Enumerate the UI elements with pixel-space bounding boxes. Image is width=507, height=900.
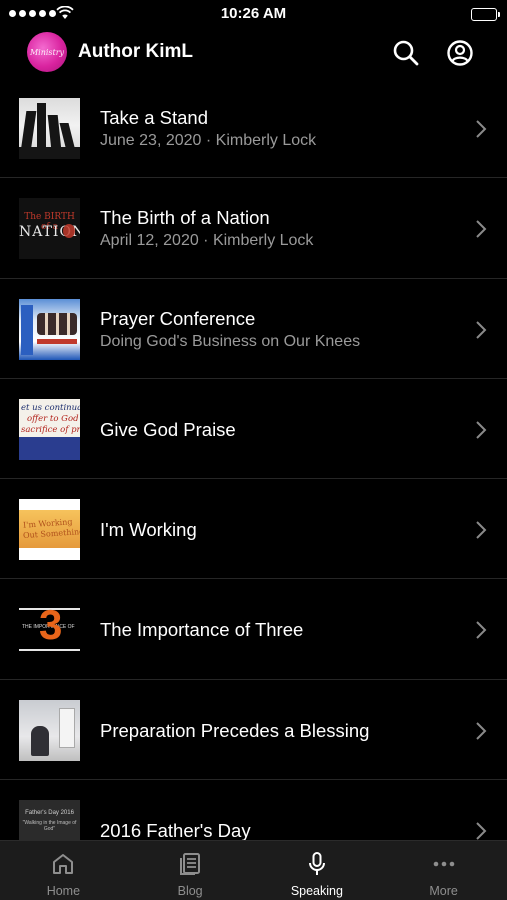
item-title: Take a Stand (100, 107, 208, 128)
item-title: I'm Working (100, 519, 197, 541)
chevron-right-icon (476, 120, 487, 138)
thumbnail-image: et us continual offer to God a sacrifice… (19, 398, 80, 460)
tab-label: Blog (177, 884, 203, 898)
more-icon (431, 851, 457, 877)
tab-speaking[interactable]: Speaking (254, 841, 381, 900)
tab-home[interactable]: Home (0, 841, 127, 900)
status-time: 10:26 AM (220, 5, 287, 22)
chevron-right-icon (476, 421, 487, 439)
tab-blog[interactable]: Blog (127, 841, 254, 900)
chevron-right-icon (476, 621, 487, 640)
item-title: The Birth of a Nation (100, 207, 270, 229)
chevron-right-icon (476, 822, 487, 840)
list-item[interactable]: et us continual offer to God a sacrifice… (0, 379, 507, 480)
item-subtitle: June 23, 2020 · Kimberly Lock (100, 132, 317, 149)
item-title: Give God Praise (100, 418, 236, 440)
item-title: 2016 Father's Day (100, 820, 251, 840)
list-item[interactable]: The BIRTH of a NATION The Birth of a Nat… (0, 178, 507, 279)
list-item[interactable]: Take a Stand June 23, 2020 · Kimberly Lo… (0, 78, 507, 179)
microphone-icon (304, 851, 330, 877)
item-title: The Importance of Three (100, 619, 304, 641)
list-item[interactable]: Prayer Conference Doing God's Business o… (0, 279, 507, 379)
list-item[interactable]: I'm Working Out Something I'm Working (0, 479, 507, 580)
item-subtitle: Doing God's Business on Our Knees (100, 332, 361, 350)
status-bar: 10:26 AM (0, 0, 507, 28)
search-button[interactable] (391, 38, 421, 68)
item-title: Preparation Precedes a Blessing (100, 719, 370, 741)
tab-label: Home (46, 884, 81, 898)
battery-icon (471, 8, 500, 21)
chevron-right-icon (476, 722, 487, 740)
chevron-right-icon (476, 220, 487, 239)
thumbnail-image: Father's Day 2016 "Walking in the Image … (19, 800, 80, 840)
thumbnail-image (19, 98, 80, 159)
list-item[interactable]: THE IMPORTANCE OF 3 The Importance of Th… (0, 579, 507, 680)
item-title: Prayer Conference (100, 307, 256, 329)
blog-icon (177, 851, 203, 877)
logo-text: Ministry (29, 47, 65, 57)
thumbnail-image (19, 699, 80, 761)
home-icon (50, 851, 76, 877)
thumbnail-image: The BIRTH of a NATION (19, 198, 80, 260)
app-title: Author KimL (78, 41, 194, 62)
app-header: Ministry Author KimL (0, 28, 507, 78)
search-icon (393, 40, 419, 66)
thumbnail-image: I'm Working Out Something (19, 499, 80, 561)
thumbnail-image (19, 298, 80, 360)
list-item[interactable]: Preparation Precedes a Blessing (0, 680, 507, 781)
tab-label: More (429, 884, 458, 898)
speaking-list: Take a Stand June 23, 2020 · Kimberly Lo… (0, 78, 507, 840)
item-subtitle: April 12, 2020 · Kimberly Lock (100, 232, 314, 250)
tab-bar: Home Blog Speaking More (0, 840, 507, 900)
thumbnail-image: THE IMPORTANCE OF 3 (19, 599, 80, 661)
list-item[interactable]: Father's Day 2016 "Walking in the Image … (0, 780, 507, 840)
chevron-right-icon (476, 521, 487, 539)
app-logo[interactable]: Ministry (27, 32, 67, 72)
tab-label: Speaking (290, 884, 343, 898)
chevron-right-icon (476, 320, 487, 339)
account-button[interactable] (445, 38, 475, 68)
account-icon (447, 40, 473, 66)
tab-more[interactable]: More (380, 841, 507, 900)
